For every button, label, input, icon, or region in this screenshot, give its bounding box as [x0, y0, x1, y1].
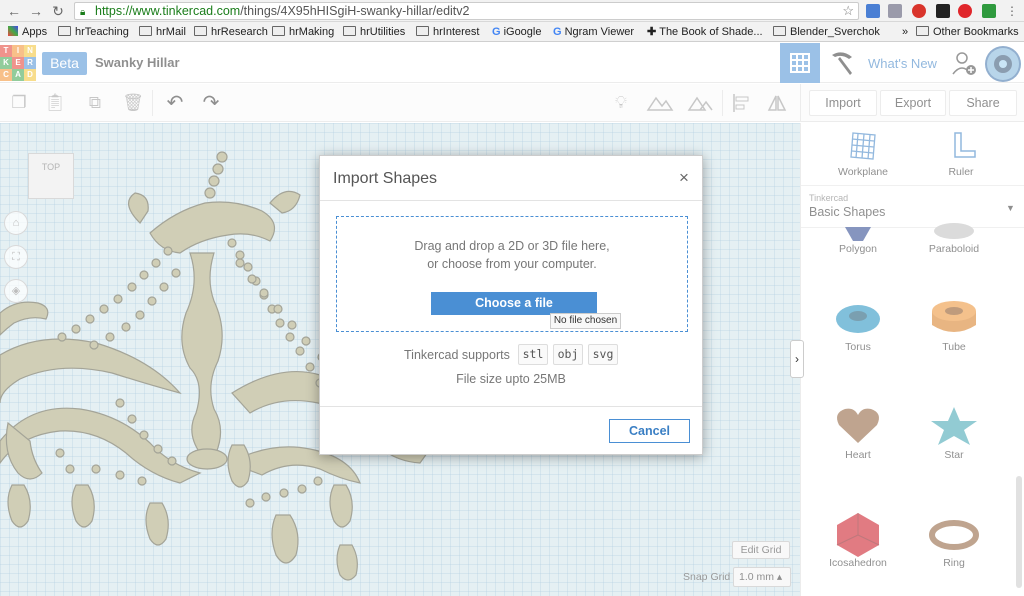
folder-icon: [58, 26, 71, 36]
bookmarks-overflow[interactable]: »: [902, 25, 908, 39]
bookmark-folder[interactable]: hrMail: [139, 25, 186, 39]
bookmark-star-icon[interactable]: ☆: [842, 3, 854, 19]
bookmark-folder[interactable]: hrUtilities: [343, 25, 405, 39]
format-badge: obj: [553, 344, 583, 365]
folder-icon: [139, 26, 152, 36]
menu-icon[interactable]: ⋮: [1004, 3, 1020, 19]
opera-icon[interactable]: [958, 4, 972, 18]
browser-url-bar: ← → ↻ 🔒︎ https://www.tinkercad.com/thing…: [0, 0, 1024, 22]
folder-icon: [343, 26, 356, 36]
translate-extension-icon[interactable]: [866, 4, 880, 18]
lock-icon: 🔒︎: [80, 7, 86, 18]
folder-icon: [194, 26, 207, 36]
google-icon: G: [492, 26, 501, 38]
folder-icon: [416, 26, 429, 36]
bookmark-folder[interactable]: hrMaking: [272, 25, 334, 39]
no-file-chosen-tooltip: No file chosen: [550, 313, 621, 329]
drop-instructions: or choose from your computer.: [427, 257, 597, 271]
bookmark-book-of-shaders[interactable]: ✚ The Book of Shade...: [647, 25, 763, 39]
extension-icon[interactable]: [888, 4, 902, 18]
bookmark-ngram[interactable]: G Ngram Viewer: [553, 25, 634, 39]
pinterest-icon[interactable]: [912, 4, 926, 18]
file-size-limit: File size upto 25MB: [456, 372, 566, 386]
bookmark-folder[interactable]: hrTeaching: [58, 25, 129, 39]
address-field[interactable]: 🔒︎ https://www.tinkercad.com/things/4X95…: [74, 2, 859, 20]
file-drop-zone[interactable]: Drag and drop a 2D or 3D file here, or c…: [336, 216, 688, 332]
cancel-button[interactable]: Cancel: [609, 419, 690, 443]
url-path: /things/4X95hHISgiH-swanky-hillar/editv2: [240, 4, 470, 18]
bookmark-igoogle[interactable]: GiGoogle: [492, 25, 541, 39]
bookmark-folder[interactable]: hrResearch: [194, 25, 268, 39]
folder-icon: [272, 26, 285, 36]
forward-arrow-icon[interactable]: →: [28, 3, 44, 19]
back-arrow-icon[interactable]: ←: [6, 3, 22, 19]
import-shapes-dialog: Import Shapes × Drag and drop a 2D or 3D…: [319, 155, 703, 455]
folder-icon: [773, 26, 786, 36]
bookmark-apps[interactable]: Apps: [8, 25, 47, 39]
collapse-panel-tab[interactable]: ›: [790, 340, 804, 378]
apps-grid-icon: [8, 26, 18, 36]
extension-icon[interactable]: [982, 4, 996, 18]
supported-formats-label: Tinkercad supports: [404, 348, 510, 362]
choose-file-button[interactable]: Choose a file: [431, 292, 597, 315]
google-icon: G: [553, 26, 562, 38]
bookmarks-bar: Apps hrTeaching hrMail hrResearch hrMaki…: [0, 22, 1024, 42]
bookmark-folder[interactable]: hrInterest: [416, 25, 479, 39]
reload-icon[interactable]: ↻: [50, 3, 66, 19]
bookmark-folder[interactable]: Blender_Sverchok: [773, 25, 880, 39]
folder-icon: [916, 26, 929, 36]
format-badge: stl: [518, 344, 548, 365]
bookmark-folder[interactable]: Other Bookmarks: [916, 25, 1019, 39]
close-icon[interactable]: ×: [679, 168, 689, 188]
format-badge: svg: [588, 344, 618, 365]
plus-icon: ✚: [647, 26, 657, 38]
drop-instructions: Drag and drop a 2D or 3D file here,: [414, 239, 610, 253]
dialog-title: Import Shapes: [333, 170, 438, 187]
url-host: https://www.tinkercad.com: [95, 4, 241, 18]
amazon-icon[interactable]: [936, 4, 950, 18]
chevron-right-icon: ›: [795, 352, 799, 366]
